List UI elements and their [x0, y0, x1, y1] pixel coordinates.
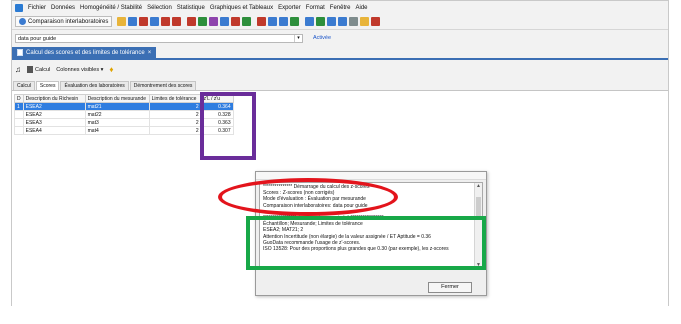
- column-header[interactable]: D: [14, 94, 24, 103]
- menu-aide[interactable]: Aide: [355, 5, 367, 11]
- table-cell[interactable]: ESEA4: [22, 126, 86, 135]
- menu-bar: Fichier Données Homogénéité / Stabilité …: [12, 2, 668, 14]
- toolbar-icon-button[interactable]: [279, 17, 289, 26]
- table-cell[interactable]: mat4: [84, 126, 150, 135]
- tab-demontrement[interactable]: Démontrement des scores: [129, 81, 197, 90]
- table-cell[interactable]: [14, 126, 24, 135]
- toolbar-icon-button[interactable]: [290, 17, 300, 26]
- menu-exporter[interactable]: Exporter: [278, 5, 301, 11]
- toolbar-icon-button[interactable]: [242, 17, 252, 26]
- menu-fenetre[interactable]: Fenêtre: [330, 5, 351, 11]
- calcul-button-label: Calcul: [35, 66, 51, 73]
- table-cell[interactable]: mat22: [84, 110, 150, 119]
- close-button[interactable]: Fermer: [428, 282, 472, 293]
- toolbar-icon-button[interactable]: [371, 17, 381, 26]
- table-cell[interactable]: 2: [148, 126, 202, 135]
- dataset-combobox[interactable]: data pour guide ▾: [15, 33, 303, 43]
- toolbar-icon-button[interactable]: [349, 17, 359, 26]
- table-cell[interactable]: mat3: [84, 118, 150, 127]
- menu-statistique[interactable]: Statistique: [177, 5, 205, 11]
- toolbar-icon-button[interactable]: [150, 17, 160, 26]
- toolbar-icon-button[interactable]: [231, 17, 241, 26]
- toolbar-icon-button[interactable]: [117, 17, 127, 26]
- table-cell[interactable]: 1: [14, 102, 24, 111]
- purple-highlight-box: [200, 92, 256, 160]
- chevron-down-icon[interactable]: ▾: [294, 34, 302, 42]
- green-highlight-box: [246, 216, 486, 270]
- table-cell[interactable]: 2: [148, 102, 202, 111]
- toolbar-icon-button[interactable]: [139, 17, 149, 26]
- table-cell[interactable]: 2: [148, 110, 202, 119]
- table-cell[interactable]: [14, 110, 24, 119]
- toolbar-icon-button[interactable]: [187, 17, 197, 26]
- toolbar-icon-button[interactable]: [161, 17, 171, 26]
- toolbar-icon-button[interactable]: [209, 17, 219, 26]
- toolbar-icon-button[interactable]: [198, 17, 208, 26]
- table-cell[interactable]: ESEA3: [22, 118, 86, 127]
- toolbar-icon-button[interactable]: [327, 17, 337, 26]
- table-cell[interactable]: 2: [148, 118, 202, 127]
- comparison-label: Comparaison interlaboratoires: [28, 18, 109, 25]
- tab-scores[interactable]: Scores: [35, 81, 60, 90]
- dataset-selector-row: data pour guide ▾ Activée: [12, 32, 668, 44]
- close-icon[interactable]: ×: [148, 50, 152, 56]
- document-icon: [17, 49, 23, 56]
- chart-icon[interactable]: ♫: [15, 65, 21, 74]
- table-cell[interactable]: ESEA2: [22, 110, 86, 119]
- table-cell[interactable]: mat21: [84, 102, 150, 111]
- column-header[interactable]: Limites de tolérance: [148, 94, 202, 103]
- toolbar-icon-button[interactable]: [360, 17, 370, 26]
- help-bulb-icon[interactable]: ♦: [109, 65, 113, 74]
- table-cell[interactable]: ESEA2: [22, 102, 86, 111]
- menu-homogeneite[interactable]: Homogénéité / Stabilité: [80, 5, 142, 11]
- comparison-selector-button[interactable]: Comparaison interlaboratoires: [15, 16, 113, 27]
- toolbar-icon-button[interactable]: [268, 17, 278, 26]
- app-logo-icon: [15, 4, 23, 12]
- scroll-up-arrow-icon[interactable]: ▲: [475, 183, 482, 190]
- document-tab-underline: [12, 58, 668, 60]
- column-header[interactable]: Description du mesurande: [84, 94, 150, 103]
- activate-link[interactable]: Activée: [313, 35, 331, 41]
- menu-graphiques[interactable]: Graphiques et Tableaux: [210, 5, 273, 11]
- document-toolbar: ♫ Calcul Colonnes visibles ▾ ♦: [12, 63, 668, 76]
- toolbar-icon-button[interactable]: [257, 17, 267, 26]
- menu-selection[interactable]: Sélection: [147, 5, 172, 11]
- column-header[interactable]: Description du Richesin: [22, 94, 86, 103]
- view-tabs: Calcul Scores Évaluation des laboratoire…: [12, 80, 197, 90]
- toolbar-icon-button[interactable]: [172, 17, 182, 26]
- dataset-combobox-value: data pour guide: [18, 35, 57, 42]
- comparison-icon: [19, 18, 26, 25]
- tab-evaluation[interactable]: Évaluation des laboratoires: [60, 81, 129, 90]
- menu-donnees[interactable]: Données: [51, 5, 75, 11]
- toolbar-icon-button[interactable]: [338, 17, 348, 26]
- tab-calcul[interactable]: Calcul: [13, 81, 35, 90]
- calculator-icon: [27, 66, 33, 73]
- red-highlight-ellipse: [218, 178, 398, 216]
- toolbar-icon-button[interactable]: [128, 17, 138, 26]
- toolbar-icon-button[interactable]: [305, 17, 315, 26]
- menu-format[interactable]: Format: [306, 5, 325, 11]
- visible-columns-dropdown[interactable]: Colonnes visibles ▾: [56, 67, 103, 73]
- calcul-button[interactable]: Calcul: [27, 66, 50, 73]
- toolbar-icon-button[interactable]: [220, 17, 230, 26]
- document-tab[interactable]: Calcul des scores et des limites de tolé…: [12, 47, 157, 58]
- document-tab-title: Calcul des scores et des limites de tolé…: [26, 49, 145, 56]
- table-cell[interactable]: [14, 118, 24, 127]
- main-toolbar: Comparaison interlaboratoires: [12, 14, 668, 30]
- toolbar-icon-button[interactable]: [316, 17, 326, 26]
- menu-fichier[interactable]: Fichier: [28, 5, 46, 11]
